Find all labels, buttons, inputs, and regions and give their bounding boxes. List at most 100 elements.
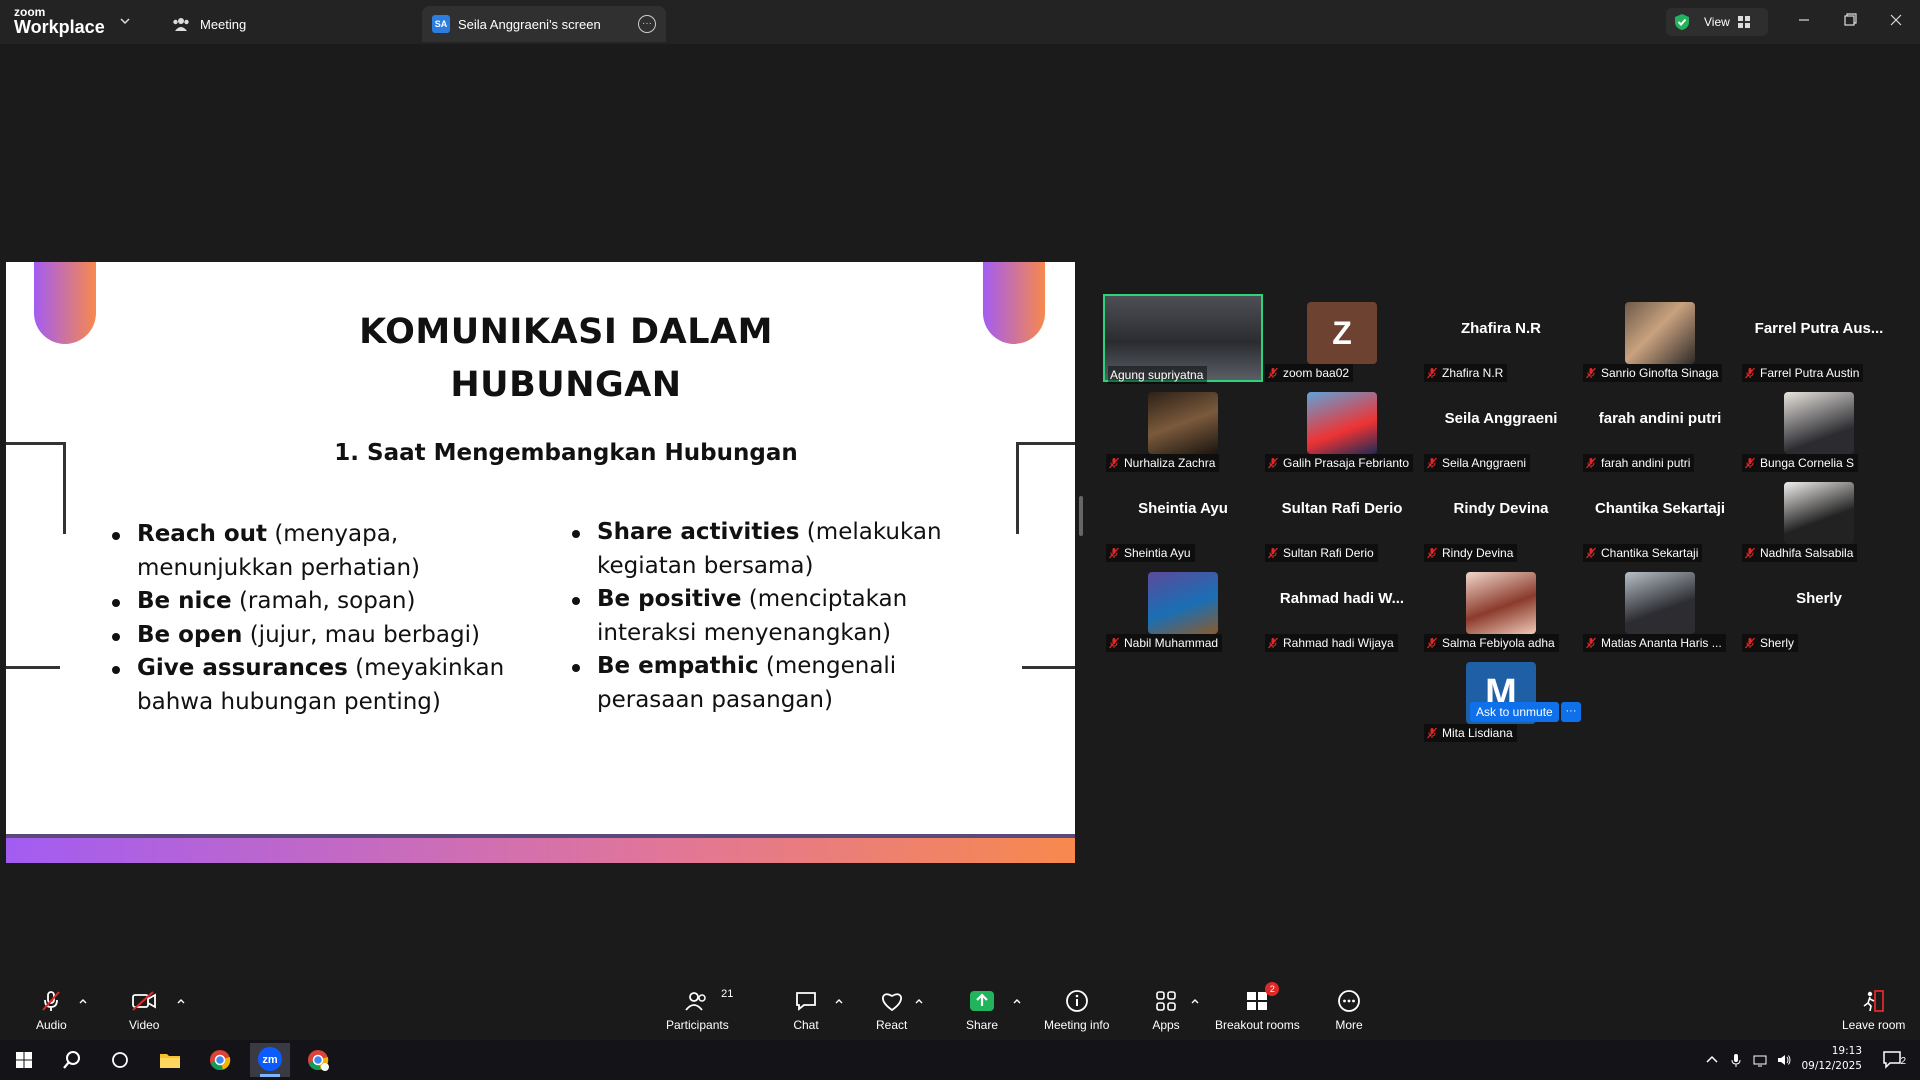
info-icon [1065, 990, 1088, 1012]
tray-network-icon[interactable] [1752, 1052, 1768, 1068]
participant-tile[interactable]: Sherly Sherly [1739, 564, 1899, 652]
apps-button[interactable]: Apps [1152, 988, 1180, 1032]
participant-tile[interactable]: Salma Febiyola adha [1421, 564, 1581, 652]
participant-display-name: Seila Anggraeni [1444, 410, 1558, 427]
meeting-info-button[interactable]: Meeting info [1044, 988, 1109, 1032]
react-options-chevron-icon[interactable] [914, 996, 924, 1006]
participant-tile[interactable]: Nabil Muhammad [1103, 564, 1263, 652]
more-button[interactable]: More [1335, 988, 1363, 1032]
chat-options-chevron-icon[interactable] [834, 996, 844, 1006]
zoom-app-window: zoom Workplace Meeting SA Seila Anggraen… [0, 0, 1920, 1080]
tab-more-icon[interactable]: ··· [638, 15, 656, 33]
chrome-profile-icon[interactable] [304, 1046, 332, 1074]
task-view-icon[interactable] [106, 1046, 134, 1074]
audio-button[interactable]: Audio [36, 988, 67, 1032]
participant-name-label: Zhafira N.R [1424, 364, 1508, 382]
video-options-chevron-icon[interactable] [176, 996, 186, 1006]
mic-muted-icon [1108, 637, 1120, 649]
zoom-logo[interactable]: zoom Workplace [14, 6, 105, 36]
participant-name-label: Nurhaliza Zachra [1106, 454, 1220, 472]
participant-name: Sheintia Ayu [1124, 546, 1191, 560]
chrome-icon[interactable] [206, 1046, 234, 1074]
slide-bullet-keyword: Share activities [597, 519, 800, 545]
participant-tile[interactable]: Galih Prasaja Febrianto [1262, 384, 1422, 472]
participant-tile[interactable]: Matias Ananta Haris ... [1580, 564, 1740, 652]
meeting-info-label: Meeting info [1044, 1018, 1110, 1032]
participant-tile[interactable]: Sultan Rafi Derio Sultan Rafi Derio [1262, 474, 1422, 562]
participant-avatar-photo [1784, 482, 1854, 544]
participants-count: 21 [721, 988, 734, 1000]
mic-muted-icon [1267, 547, 1279, 559]
participant-display-name: Sultan Rafi Derio [1281, 500, 1403, 517]
participants-icon [685, 992, 707, 1011]
close-icon[interactable] [1886, 10, 1906, 30]
participant-tile[interactable]: Agung supriyatna [1103, 294, 1263, 384]
tile-more-button[interactable]: ··· [1561, 702, 1581, 722]
view-button[interactable]: View [1666, 8, 1768, 36]
participant-display-name: Sherly [1796, 590, 1842, 607]
participant-name: Salma Febiyola adha [1442, 636, 1555, 650]
zoom-taskbar-button[interactable]: zm [250, 1043, 290, 1077]
tab-shared-screen[interactable]: SA Seila Anggraeni's screen ··· [422, 6, 666, 42]
participant-tile[interactable]: Rindy Devina Rindy Devina [1421, 474, 1581, 562]
tab-meeting[interactable]: Meeting [170, 6, 420, 42]
shared-slide[interactable]: KOMUNIKASI DALAM HUBUNGAN 1. Saat Mengem… [6, 262, 1075, 863]
participant-tile[interactable]: Sanrio Ginofta Sinaga [1580, 294, 1740, 382]
share-label: Share [966, 1018, 999, 1032]
mic-muted-icon [1426, 547, 1438, 559]
participant-name: Nurhaliza Zachra [1124, 456, 1216, 470]
svg-text:zm: zm [262, 1054, 278, 1066]
maximize-icon[interactable] [1840, 10, 1860, 30]
leave-room-button[interactable]: Leave room [1842, 988, 1905, 1032]
participant-tile[interactable]: Bunga Cornelia S [1739, 384, 1899, 472]
slide-bullet-item: Be empathic (mengenali perasaan pasangan… [572, 650, 952, 717]
participant-tile[interactable]: Nurhaliza Zachra [1103, 384, 1263, 472]
participant-tile[interactable]: Farrel Putra Aus... Farrel Putra Austin [1739, 294, 1899, 382]
share-button[interactable]: Share [966, 988, 998, 1032]
minimize-icon[interactable] [1794, 10, 1814, 30]
notification-center-button[interactable]: 2 [1882, 1050, 1906, 1070]
participant-tile[interactable]: Seila Anggraeni Seila Anggraeni [1421, 384, 1581, 472]
chat-button[interactable]: Chat [792, 988, 820, 1032]
share-options-chevron-icon[interactable] [1012, 996, 1022, 1006]
panel-resize-handle[interactable] [1079, 496, 1083, 536]
participant-tile[interactable]: Zhafira N.R Zhafira N.R [1421, 294, 1581, 382]
participant-name-label: Galih Prasaja Febrianto [1265, 454, 1414, 472]
participant-tile[interactable]: Nadhifa Salsabila [1739, 474, 1899, 562]
tray-volume-icon[interactable] [1776, 1052, 1792, 1068]
file-explorer-icon[interactable] [156, 1046, 184, 1074]
participant-name: Bunga Cornelia S [1760, 456, 1855, 470]
breakout-rooms-button[interactable]: 2 Breakout rooms [1215, 982, 1300, 1032]
search-icon[interactable] [58, 1046, 86, 1074]
system-clock[interactable]: 19:13 09/12/2025 [1801, 1044, 1862, 1074]
chevron-down-icon[interactable] [120, 16, 130, 26]
view-label: View [1704, 15, 1730, 29]
apps-options-chevron-icon[interactable] [1190, 996, 1200, 1006]
tray-mic-icon[interactable] [1728, 1052, 1744, 1068]
participant-tile[interactable]: farah andini putri farah andini putri [1580, 384, 1740, 472]
participant-tile[interactable]: Chantika Sekartaji Chantika Sekartaji [1580, 474, 1740, 562]
audio-options-chevron-icon[interactable] [78, 996, 88, 1006]
people-icon [173, 18, 189, 31]
meeting-stage: KOMUNIKASI DALAM HUBUNGAN 1. Saat Mengem… [0, 44, 1920, 980]
windows-start-icon[interactable] [10, 1046, 38, 1074]
participant-tile[interactable]: Sheintia Ayu Sheintia Ayu [1103, 474, 1263, 562]
participant-tile[interactable]: Zzoom baa02 [1262, 294, 1422, 382]
sharer-avatar: SA [432, 15, 450, 33]
tray-expand-chevron-icon[interactable] [1704, 1052, 1720, 1068]
video-off-icon [132, 991, 157, 1011]
slide-bullet-description: (ramah, sopan) [231, 588, 416, 614]
participant-name: Rahmad hadi Wijaya [1283, 636, 1394, 650]
leave-label: Leave room [1842, 1018, 1906, 1032]
clock-date: 09/12/2025 [1801, 1060, 1862, 1072]
participant-name: zoom baa02 [1283, 366, 1350, 380]
ask-to-unmute-button[interactable]: Ask to unmute [1470, 702, 1559, 722]
mic-muted-icon [1744, 547, 1756, 559]
participant-tile[interactable]: Rahmad hadi W... Rahmad hadi Wijaya [1262, 564, 1422, 652]
participants-button[interactable]: 21 Participants [666, 988, 733, 1032]
participant-name-label: Sherly [1742, 634, 1799, 652]
video-button[interactable]: Video [129, 988, 159, 1032]
participant-tile[interactable]: M Mita Lisdiana [1421, 654, 1581, 742]
mic-muted-icon [1585, 547, 1597, 559]
react-button[interactable]: React [876, 988, 907, 1032]
